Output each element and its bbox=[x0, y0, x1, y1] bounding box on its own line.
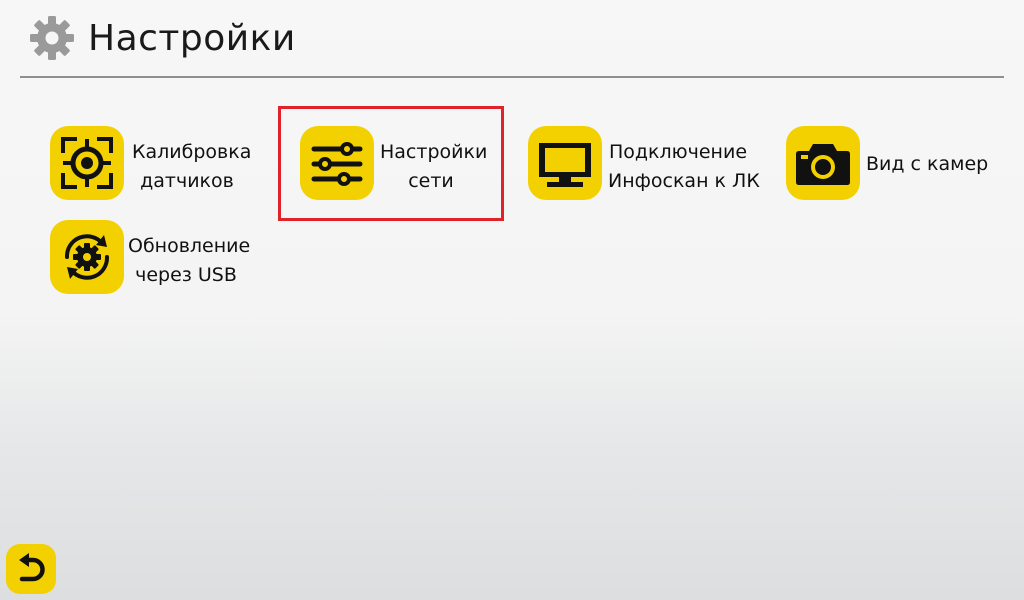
target-icon bbox=[61, 137, 113, 189]
menu-item-label: Подключение Инфоскан к ЛК bbox=[608, 138, 760, 196]
menu-item-label-line1: Подключение bbox=[608, 141, 748, 163]
menu-item-badge bbox=[50, 220, 124, 294]
menu-item-label-line2: сети bbox=[408, 170, 454, 192]
menu-item-label: Настройки сети bbox=[380, 138, 488, 196]
menu-item-network-settings[interactable]: Настройки сети bbox=[300, 126, 500, 202]
gear-icon bbox=[30, 16, 74, 60]
back-button[interactable] bbox=[6, 544, 56, 594]
gear-refresh-icon bbox=[64, 234, 110, 280]
menu-item-label-line2: Инфоскан к ЛК bbox=[608, 170, 760, 192]
menu-item-label-line1: Обновление bbox=[128, 235, 251, 257]
menu-item-label: Калибровка датчиков bbox=[132, 138, 252, 196]
menu-item-label-line2: через USB bbox=[135, 264, 237, 286]
menu-item-usb-update[interactable]: Обновление через USB bbox=[50, 220, 270, 296]
menu-item-badge bbox=[786, 126, 860, 200]
menu-item-label-line1: Вид с камер bbox=[866, 153, 989, 175]
page-title: Настройки bbox=[88, 18, 296, 59]
header-divider bbox=[20, 76, 1004, 78]
menu-item-infoscan-connection[interactable]: Подключение Инфоскан к ЛК bbox=[528, 126, 760, 202]
menu-item-badge bbox=[528, 126, 602, 200]
camera-icon bbox=[796, 144, 850, 185]
menu-item-badge bbox=[50, 126, 124, 200]
menu-item-label-line1: Калибровка bbox=[132, 141, 252, 163]
menu-item-label: Вид с камер bbox=[866, 150, 989, 179]
monitor-icon bbox=[539, 143, 591, 187]
header: Настройки bbox=[0, 0, 1024, 80]
sliders-icon bbox=[311, 142, 363, 186]
menu-item-camera-view[interactable]: Вид с камер bbox=[786, 126, 1006, 202]
back-arrow-icon bbox=[19, 553, 45, 582]
menu-item-sensor-calibration[interactable]: Калибровка датчиков bbox=[50, 126, 252, 202]
menu-item-label-line2: датчиков bbox=[140, 170, 234, 192]
menu-item-badge bbox=[300, 126, 374, 200]
menu-item-label: Обновление через USB bbox=[128, 232, 251, 290]
menu-item-label-line1: Настройки bbox=[380, 141, 488, 163]
